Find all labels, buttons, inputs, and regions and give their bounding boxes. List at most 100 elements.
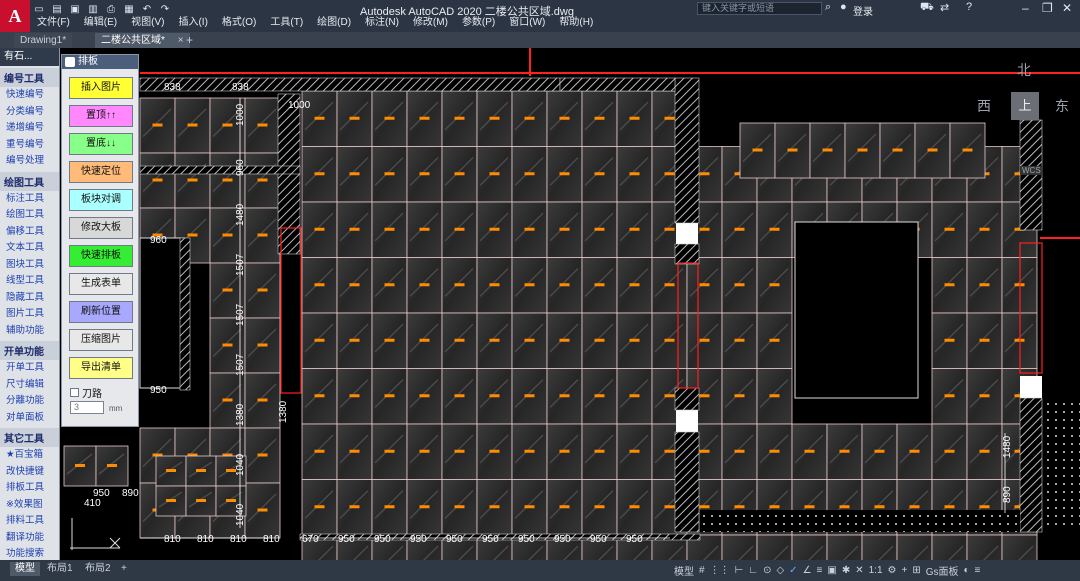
palette-item[interactable]: 线型工具 <box>0 273 59 290</box>
palette-item[interactable]: 尺寸编辑 <box>0 377 59 394</box>
menu-2[interactable]: 视图(V) <box>126 16 173 30</box>
viewcube-top[interactable]: 上 <box>1011 92 1039 120</box>
menu-8[interactable]: 修改(M) <box>408 16 457 30</box>
menu-0[interactable]: 文件(F) <box>32 16 79 30</box>
infer-icon[interactable]: ⊢ <box>735 565 744 576</box>
palette-item[interactable]: 快速编号 <box>0 87 59 104</box>
menu-10[interactable]: 窗口(W) <box>504 16 554 30</box>
customize-icon[interactable]: ≡ <box>975 565 981 576</box>
menu-7[interactable]: 标注(N) <box>360 16 408 30</box>
grid-icon[interactable]: # <box>699 565 705 576</box>
redo-icon[interactable]: ↷ <box>158 2 172 16</box>
panel-button-8[interactable]: 刷新位置 <box>69 301 133 323</box>
annotation-visibility-icon[interactable]: ✕ <box>855 565 863 576</box>
undo-icon[interactable]: ↶ <box>140 2 154 16</box>
palette-item[interactable]: 文本工具 <box>0 240 59 257</box>
palette-item[interactable]: 图片工具 <box>0 306 59 323</box>
add-icon[interactable]: + <box>901 565 907 576</box>
cart-icon[interactable]: ⛟ <box>920 1 934 15</box>
palette-item[interactable]: 隐藏工具 <box>0 290 59 307</box>
palette-item[interactable]: 对单面板 <box>0 410 59 427</box>
palette-item[interactable]: 标注工具 <box>0 191 59 208</box>
palette-item[interactable]: 重号编号 <box>0 137 59 154</box>
panel-title-bar[interactable]: 排板 <box>62 55 138 69</box>
palette-item[interactable]: 偏移工具 <box>0 224 59 241</box>
tab-current-drawing[interactable]: 二楼公共区域* × <box>95 33 190 48</box>
panel-button-2[interactable]: 置底↓↓ <box>69 133 133 155</box>
viewcube-north[interactable]: 北 <box>1017 60 1031 80</box>
add-layout-button[interactable]: + <box>116 562 132 576</box>
drawing-canvas[interactable]: 670 950 950 950 950 950 950 950 950 950 810 810 810 8… <box>60 48 1080 560</box>
palette-item[interactable]: 翻译功能 <box>0 530 59 547</box>
open-icon[interactable]: ▤ <box>50 2 64 16</box>
user-icon[interactable]: ● <box>840 1 847 13</box>
osnap-icon[interactable]: ✓ <box>789 565 797 576</box>
panel-button-10[interactable]: 导出清单 <box>69 357 133 379</box>
panel-button-5[interactable]: 修改大板 <box>69 217 133 239</box>
panel-button-7[interactable]: 生成表单 <box>69 273 133 295</box>
viewcube-east[interactable]: 东 <box>1055 96 1069 116</box>
palette-item[interactable]: 分離功能 <box>0 393 59 410</box>
palette-item[interactable]: 排板工具 <box>0 480 59 497</box>
panel-button-1[interactable]: 置顶↑↑ <box>69 105 133 127</box>
model-space-toggle[interactable]: 模型 <box>674 563 694 578</box>
close-icon[interactable]: × <box>178 35 184 46</box>
transparency-icon[interactable]: ▣ <box>827 565 836 576</box>
close-icon[interactable]: ✕ <box>1062 1 1072 15</box>
exchange-icon[interactable]: ⇄ <box>940 1 949 14</box>
menu-5[interactable]: 工具(T) <box>265 16 312 30</box>
new-tab-button[interactable]: + <box>186 33 193 47</box>
palette-item[interactable]: 递增编号 <box>0 120 59 137</box>
otrack-icon[interactable]: ∠ <box>803 565 812 576</box>
login-button[interactable]: 登录 <box>853 3 873 18</box>
tab-model[interactable]: 模型 <box>10 562 40 576</box>
settings-icon[interactable]: ⚙ <box>888 565 897 576</box>
units-icon[interactable]: ⊞ <box>912 565 920 576</box>
search-icon[interactable]: ⌕ <box>825 1 831 14</box>
tab-layout1[interactable]: 布局1 <box>42 562 78 576</box>
palette-item[interactable]: 开单工具 <box>0 360 59 377</box>
viewcube[interactable]: 北 西 东 上 <box>977 62 1069 146</box>
panel-button-3[interactable]: 快速定位 <box>69 161 133 183</box>
scale-selector[interactable]: 1:1 <box>869 565 883 576</box>
lineweight-icon[interactable]: ≡ <box>817 565 823 576</box>
panel-button-4[interactable]: 板块对调 <box>69 189 133 211</box>
isodraft-icon[interactable]: ◇ <box>776 565 784 576</box>
palette-section-3[interactable]: 其它工具 <box>0 428 59 447</box>
autocad-logo[interactable]: A <box>0 0 30 32</box>
tab-drawing1[interactable]: Drawing1* <box>14 33 73 48</box>
saveas-icon[interactable]: ▥ <box>86 2 100 16</box>
palette-section-0[interactable]: 编号工具 <box>0 68 59 87</box>
knife-width-input[interactable]: 3 <box>70 401 104 414</box>
panel-button-0[interactable]: 插入图片 <box>69 77 133 99</box>
workspace-selector[interactable]: Gs面板 <box>926 563 959 578</box>
palette-item[interactable]: 改快捷键 <box>0 464 59 481</box>
palette-header[interactable]: 有石... <box>0 48 59 66</box>
palette-item[interactable]: 辅助功能 <box>0 323 59 340</box>
annotation-icon[interactable]: ✱ <box>842 565 850 576</box>
help-icon[interactable]: ? <box>966 1 972 13</box>
polar-icon[interactable]: ⊙ <box>763 565 771 576</box>
menu-1[interactable]: 编辑(E) <box>79 16 126 30</box>
palette-item[interactable]: 图块工具 <box>0 257 59 274</box>
menu-4[interactable]: 格式(O) <box>217 16 265 30</box>
menu-11[interactable]: 帮助(H) <box>554 16 602 30</box>
palette-section-2[interactable]: 开单功能 <box>0 341 59 360</box>
palette-item[interactable]: ※效果图 <box>0 497 59 514</box>
panel-button-6[interactable]: 快速排板 <box>69 245 133 267</box>
palette-item[interactable]: ★百宝箱 <box>0 447 59 464</box>
menu-3[interactable]: 插入(I) <box>173 16 216 30</box>
minimize-icon[interactable]: – <box>1022 1 1029 15</box>
palette-item[interactable]: 排料工具 <box>0 513 59 530</box>
knife-option[interactable]: 刀路 <box>70 385 102 400</box>
palette-section-1[interactable]: 绘图工具 <box>0 171 59 191</box>
new-icon[interactable]: ▭ <box>32 2 46 16</box>
viewcube-west[interactable]: 西 <box>977 96 991 116</box>
search-input[interactable]: 键入关键字或短语 <box>697 2 822 15</box>
knife-checkbox[interactable] <box>70 388 79 397</box>
palette-item[interactable]: 编号处理 <box>0 153 59 170</box>
save-icon[interactable]: ▣ <box>68 2 82 16</box>
panel-button-9[interactable]: 压缩图片 <box>69 329 133 351</box>
print-icon[interactable]: ⎙ <box>104 2 118 16</box>
menu-6[interactable]: 绘图(D) <box>312 16 360 30</box>
